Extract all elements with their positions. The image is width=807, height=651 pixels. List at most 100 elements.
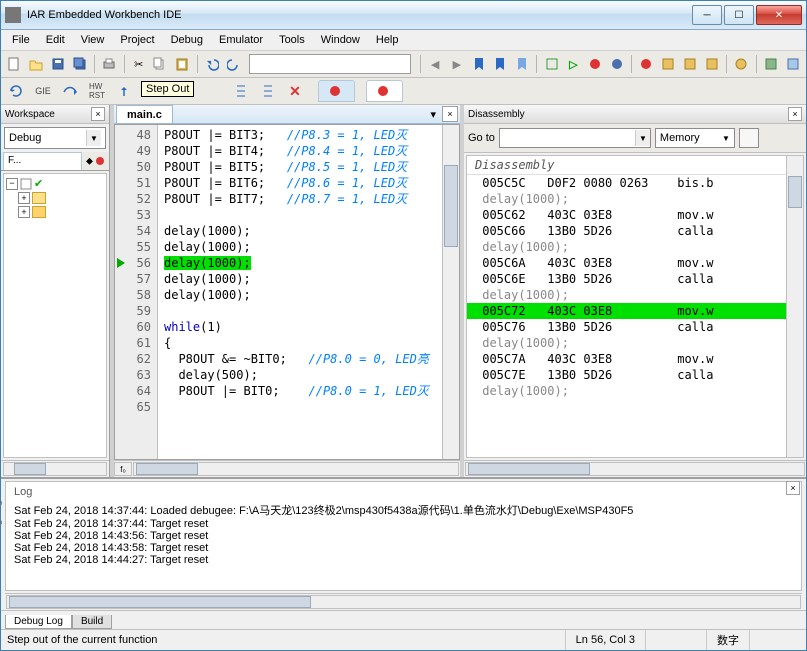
nav-fwd-icon[interactable]: ▶	[447, 52, 468, 76]
disassembly-panel: Disassembly × Go to ▼ Memory ▼ Disassemb…	[464, 105, 806, 477]
config-dropdown[interactable]: Debug ▼	[4, 127, 106, 149]
tree-folder-2[interactable]: +	[6, 205, 104, 219]
app-icon	[5, 7, 21, 23]
editor-tabbar: main.c ▾ ×	[114, 105, 460, 124]
log-hscroll[interactable]	[6, 595, 801, 609]
status-spacer-1	[645, 630, 706, 650]
expand-icon[interactable]: +	[18, 206, 30, 218]
maximize-button[interactable]: ☐	[724, 5, 754, 25]
tree-folder-1[interactable]: +	[6, 191, 104, 205]
fold-indicator[interactable]: f₀	[114, 462, 132, 476]
debug-tab-1[interactable]	[318, 80, 355, 102]
close-button[interactable]: ✕	[756, 5, 802, 25]
status-cursor-pos: Ln 56, Col 3	[565, 630, 645, 650]
make-icon[interactable]: ▷	[563, 52, 584, 76]
go-icon[interactable]	[256, 79, 280, 103]
disassembly-header[interactable]: Disassembly ×	[464, 105, 806, 124]
workspace-title: Workspace	[5, 109, 55, 120]
tool-b-icon[interactable]	[680, 52, 701, 76]
paste-icon[interactable]	[172, 52, 193, 76]
editor-bottom-row: f₀	[114, 460, 460, 477]
break-icon[interactable]: GIE	[31, 79, 55, 103]
minimize-button[interactable]: ─	[692, 5, 722, 25]
titlebar[interactable]: IAR Embedded Workbench IDE ─ ☐ ✕	[1, 1, 806, 30]
editor-close-icon[interactable]: ×	[442, 106, 458, 122]
ws-col-files[interactable]: F...	[3, 152, 82, 170]
new-file-icon[interactable]	[4, 52, 25, 76]
menu-tools[interactable]: Tools	[272, 32, 312, 48]
workspace-header[interactable]: Workspace ×	[1, 105, 109, 124]
toggle-bkpt-icon[interactable]	[636, 52, 657, 76]
compile-icon[interactable]	[541, 52, 562, 76]
workspace-close-icon[interactable]: ×	[91, 107, 105, 121]
menu-window[interactable]: Window	[314, 32, 367, 48]
cut-icon[interactable]: ✂	[128, 52, 149, 76]
tool-f-icon[interactable]	[782, 52, 803, 76]
editor-vscroll[interactable]	[442, 125, 459, 459]
menu-emulator[interactable]: Emulator	[212, 32, 270, 48]
app-window: IAR Embedded Workbench IDE ─ ☐ ✕ FileEdi…	[0, 0, 807, 651]
code-area[interactable]: P8OUT |= BIT3; //P8.3 = 1, LED灭P8OUT |= …	[158, 125, 442, 459]
log-row: Sat Feb 24, 2018 14:43:58: Target reset	[14, 542, 793, 554]
disasm-vscroll[interactable]	[786, 156, 803, 457]
menu-help[interactable]: Help	[369, 32, 406, 48]
ws-col-icon-2	[95, 156, 105, 166]
save-all-icon[interactable]	[69, 52, 90, 76]
log-tab-debug-log[interactable]: Debug Log	[5, 615, 72, 629]
log-body[interactable]: Log Sat Feb 24, 2018 14:37:44: Loaded de…	[5, 481, 802, 591]
tool-c-icon[interactable]	[701, 52, 722, 76]
bookmark-next-icon[interactable]	[490, 52, 511, 76]
save-icon[interactable]	[47, 52, 68, 76]
open-file-icon[interactable]	[26, 52, 47, 76]
nav-back-icon[interactable]: ◀	[425, 52, 446, 76]
tool-a-icon[interactable]	[658, 52, 679, 76]
undo-icon[interactable]	[201, 52, 222, 76]
copy-icon[interactable]	[150, 52, 171, 76]
menu-view[interactable]: View	[74, 32, 112, 48]
menu-project[interactable]: Project	[113, 32, 161, 48]
log-close-icon[interactable]: ×	[786, 481, 800, 495]
disasm-option-button[interactable]	[739, 128, 759, 148]
debug-icon[interactable]	[607, 52, 628, 76]
tree-root[interactable]: − ✔	[6, 176, 104, 191]
workspace-scrollbar-row	[1, 460, 109, 477]
stop-debug-icon[interactable]: ✕	[283, 79, 307, 103]
print-icon[interactable]	[99, 52, 120, 76]
step-out-icon[interactable]	[112, 79, 136, 103]
menu-file[interactable]: File	[5, 32, 37, 48]
memory-select[interactable]: Memory ▼	[655, 128, 735, 148]
disassembly-listing[interactable]: Disassembly 005C5C D0F2 0080 0263 bis.b …	[467, 156, 786, 457]
workspace-hscroll[interactable]	[3, 462, 107, 476]
file-tab-main-c[interactable]: main.c	[116, 105, 173, 123]
status-input-mode: 数字	[706, 630, 749, 650]
run-to-cursor-icon[interactable]	[229, 79, 253, 103]
collapse-icon[interactable]: −	[6, 178, 18, 190]
editor-hscroll[interactable]	[133, 462, 459, 476]
ws-col-icon-1: ⬥	[86, 156, 93, 167]
log-side-tab[interactable]: Debug Log	[0, 500, 3, 549]
tool-d-icon[interactable]	[731, 52, 752, 76]
disassembly-close-icon[interactable]: ×	[788, 107, 802, 121]
step-over-icon[interactable]	[58, 79, 82, 103]
goto-combo[interactable]: ▼	[499, 128, 651, 148]
tool-e-icon[interactable]	[761, 52, 782, 76]
bookmark-toggle-icon[interactable]	[468, 52, 489, 76]
bookmark-prev-icon[interactable]	[512, 52, 533, 76]
menu-debug[interactable]: Debug	[164, 32, 210, 48]
line-gutter: 484950515253545556575859606162636465	[115, 125, 158, 459]
redo-icon[interactable]	[223, 52, 244, 76]
debug-tab-2[interactable]	[366, 80, 403, 102]
main-area: Workspace × Debug ▼ F... ⬥ − ✔	[1, 105, 806, 477]
step-into-icon[interactable]: HWRST	[85, 79, 109, 103]
disassembly-body: Disassembly 005C5C D0F2 0080 0263 bis.b …	[466, 155, 804, 458]
reset-icon[interactable]	[4, 79, 28, 103]
project-tree[interactable]: − ✔ + +	[3, 173, 107, 458]
log-tab-build[interactable]: Build	[72, 615, 112, 629]
find-combo[interactable]	[249, 54, 411, 74]
expand-icon[interactable]: +	[18, 192, 30, 204]
stop-build-icon[interactable]	[585, 52, 606, 76]
menu-edit[interactable]: Edit	[39, 32, 72, 48]
disasm-hscroll[interactable]	[465, 462, 805, 476]
disassembly-controls: Go to ▼ Memory ▼	[464, 124, 806, 153]
tab-dropdown-icon[interactable]: ▾	[426, 108, 440, 121]
